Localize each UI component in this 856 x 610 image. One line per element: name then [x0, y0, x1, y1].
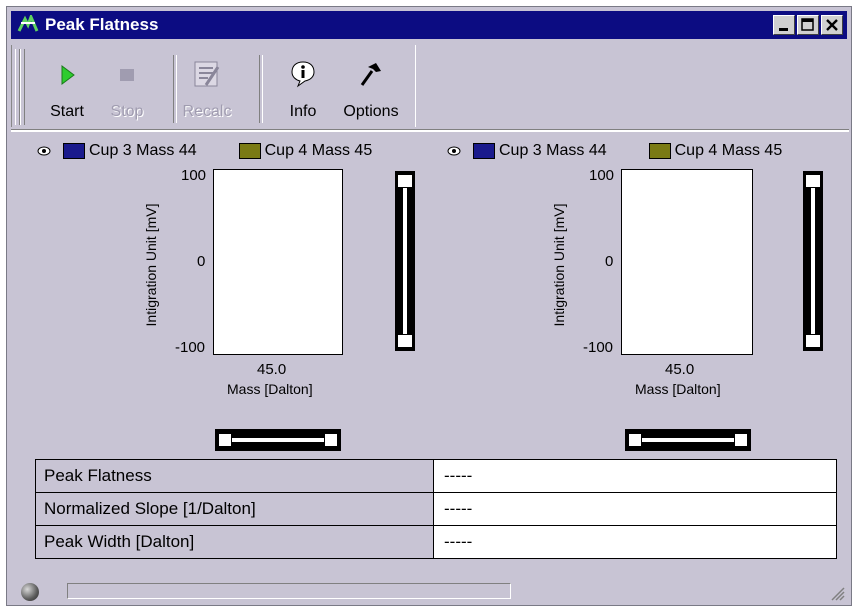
x-range-slider[interactable]: [625, 429, 751, 451]
legend-label: Cup 4 Mass 45: [264, 142, 373, 159]
slider-rail: [631, 438, 745, 442]
legend-item: Cup 3 Mass 44: [473, 142, 607, 160]
stop-button[interactable]: Stop: [97, 57, 157, 123]
slider-left-handle[interactable]: [218, 433, 232, 447]
start-label: Start: [50, 103, 84, 120]
y-range-slider[interactable]: [803, 171, 823, 351]
x-axis-label: Mass [Dalton]: [227, 381, 313, 397]
y-axis-label: Intigration Unit [mV]: [551, 203, 567, 327]
slider-top-handle[interactable]: [805, 174, 821, 188]
slider-right-handle[interactable]: [324, 433, 338, 447]
results-table: Peak Flatness ----- Normalized Slope [1/…: [35, 459, 837, 559]
title-bar[interactable]: Peak Flatness: [11, 11, 847, 39]
toolbar-grip[interactable]: [20, 49, 25, 125]
table-row: Peak Flatness -----: [35, 459, 837, 493]
chart-panel-right: Cup 3 Mass 44 Cup 4 Mass 45 Intigration …: [417, 135, 827, 461]
status-lamp-icon: [21, 583, 39, 601]
result-label: Peak Width [Dalton]: [35, 525, 434, 559]
x-range-slider[interactable]: [215, 429, 341, 451]
minimize-button[interactable]: [773, 15, 795, 35]
legend: Cup 3 Mass 44 Cup 4 Mass 45: [7, 141, 414, 161]
recalc-label: Recalc: [182, 103, 232, 120]
slider-rail: [221, 438, 335, 442]
close-button[interactable]: [821, 15, 843, 35]
stop-label: Stop: [110, 103, 144, 120]
progress-bar: [67, 583, 511, 599]
legend-swatch: [63, 143, 85, 159]
calculator-icon: [194, 61, 220, 87]
table-row: Peak Width [Dalton] -----: [35, 525, 837, 559]
result-value: -----: [433, 525, 837, 559]
y-tick: -100: [175, 339, 206, 356]
window-title: Peak Flatness: [45, 15, 159, 34]
result-label: Peak Flatness: [35, 459, 434, 493]
y-tick: 100: [589, 167, 615, 184]
toolbar-separator: [259, 55, 263, 123]
table-row: Normalized Slope [1/Dalton] -----: [35, 492, 837, 526]
options-button[interactable]: Options: [341, 57, 401, 123]
x-tick: 45.0: [665, 361, 695, 378]
plot-area[interactable]: [213, 169, 343, 355]
legend-swatch: [238, 143, 261, 159]
eye-icon[interactable]: [37, 146, 51, 156]
legend: Cup 3 Mass 44 Cup 4 Mass 45: [417, 141, 824, 161]
y-tick: -100: [583, 339, 614, 356]
peak-flatness-window: Peak Flatness Start Stop Recalc Info Opt…: [6, 6, 852, 606]
y-axis-label: Intigration Unit [mV]: [143, 203, 159, 327]
y-tick: 100: [181, 167, 207, 184]
stop-icon: [120, 69, 134, 81]
plot-area[interactable]: [621, 169, 753, 355]
minimize-icon: [779, 28, 788, 31]
x-axis-label: Mass [Dalton]: [635, 381, 721, 397]
info-label: Info: [289, 103, 317, 120]
slider-left-handle[interactable]: [628, 433, 642, 447]
slider-rail: [811, 177, 815, 345]
options-label: Options: [343, 103, 399, 120]
resize-grip-icon[interactable]: [829, 585, 845, 601]
result-value: -----: [433, 459, 837, 493]
slider-bottom-handle[interactable]: [397, 334, 413, 348]
result-label: Normalized Slope [1/Dalton]: [35, 492, 434, 526]
legend-label: Cup 3 Mass 44: [499, 142, 607, 159]
slider-top-handle[interactable]: [397, 174, 413, 188]
x-tick: 45.0: [257, 361, 287, 378]
result-value: -----: [433, 492, 837, 526]
start-button[interactable]: Start: [37, 57, 97, 123]
recalc-button[interactable]: Recalc: [177, 57, 237, 123]
slider-rail: [403, 177, 407, 345]
info-icon: [291, 61, 315, 88]
legend-label: Cup 4 Mass 45: [674, 142, 783, 159]
legend-item: Cup 3 Mass 44: [63, 142, 197, 160]
eye-icon[interactable]: [447, 146, 461, 156]
legend-item: Cup 4 Mass 45: [648, 142, 783, 160]
chart-panel-left: Cup 3 Mass 44 Cup 4 Mass 45 Intigration …: [7, 135, 417, 461]
maximize-icon: [801, 18, 814, 31]
slider-bottom-handle[interactable]: [805, 334, 821, 348]
toolbar: Start Stop Recalc Info Options: [11, 45, 416, 127]
peak-app-icon: [17, 14, 39, 36]
hammer-icon: [360, 63, 381, 86]
legend-label: Cup 3 Mass 44: [89, 142, 197, 159]
play-icon: [61, 65, 75, 85]
toolbar-divider: [11, 129, 849, 132]
close-icon: [826, 19, 838, 31]
legend-item: Cup 4 Mass 45: [238, 142, 373, 160]
y-range-slider[interactable]: [395, 171, 415, 351]
y-tick: 0: [605, 253, 614, 270]
legend-swatch: [648, 143, 671, 159]
legend-swatch: [473, 143, 495, 159]
y-tick: 0: [197, 253, 206, 270]
info-button[interactable]: Info: [273, 57, 333, 123]
maximize-button[interactable]: [797, 15, 819, 35]
slider-right-handle[interactable]: [734, 433, 748, 447]
status-bar: [11, 577, 849, 605]
